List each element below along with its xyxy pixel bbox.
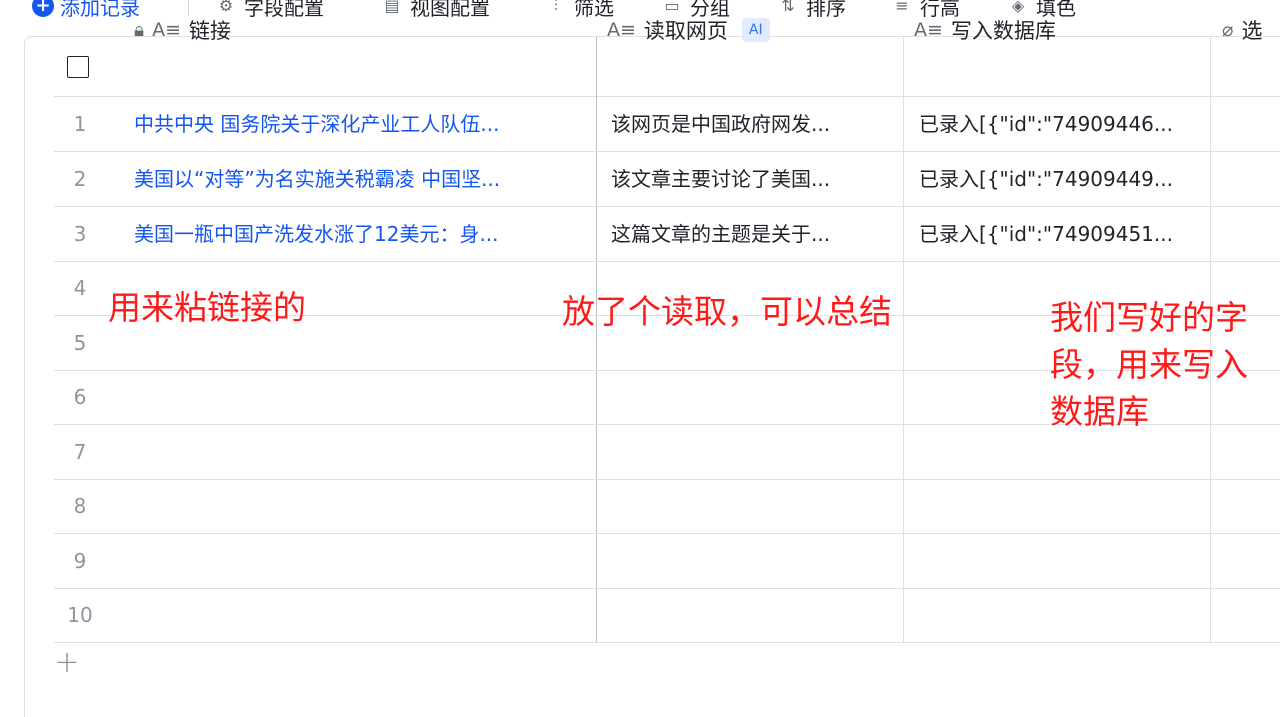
annotation-write-note: 段，用来写入 (1050, 345, 1248, 384)
select-all-checkbox[interactable] (67, 56, 89, 78)
row-number: 10 (67, 603, 93, 627)
row-number: 9 (73, 549, 87, 573)
annotation-write-note: 数据库 (1050, 392, 1149, 431)
column-header-attachment-label: 选 (1241, 18, 1263, 43)
paperclip-icon: ⌀ (1222, 18, 1234, 41)
read-web-cell[interactable]: 这篇文章的主题是关于... (611, 207, 891, 261)
table-row[interactable]: 3 美国一瓶中国产洗发水涨了12美元：身... 这篇文章的主题是关于... 已录… (54, 207, 1280, 262)
column-header-link[interactable]: 🔒︎ A≡ 链接 (134, 0, 594, 59)
table-row[interactable]: 8 (54, 479, 1280, 534)
text-field-icon: A≡ (607, 18, 636, 41)
link-cell[interactable]: 美国以“对等”为名实施关税霸凌 中国坚... (134, 152, 594, 206)
ai-badge: AI (741, 17, 770, 42)
row-number: 8 (73, 494, 87, 518)
column-header-read-web-label: 读取网页 (643, 18, 728, 43)
table-row[interactable]: 1 中共中央 国务院关于深化产业工人队伍... 该网页是中国政府网发... 已录… (54, 97, 1280, 152)
write-db-cell[interactable]: 已录入[{"id":"74909446... (919, 97, 1204, 151)
read-web-cell[interactable]: 该文章主要讨论了美国... (611, 152, 891, 206)
annotation-write-note: 我们写好的字 (1050, 298, 1248, 337)
column-header-write-db-label: 写入数据库 (950, 18, 1056, 43)
row-number: 7 (73, 440, 87, 464)
add-row-button[interactable]: + (54, 648, 80, 678)
table-row[interactable]: 2 美国以“对等”为名实施关税霸凌 中国坚... 该文章主要讨论了美国... 已… (54, 152, 1280, 207)
add-record-button[interactable]: + 添加记录 (32, 0, 140, 24)
table-row[interactable]: 9 (54, 534, 1280, 589)
column-header-write-db[interactable]: A≡ 写入数据库 (914, 0, 1204, 59)
column-header-attachment[interactable]: ⌀ 选 (1222, 0, 1280, 59)
link-cell[interactable]: 美国一瓶中国产洗发水涨了12美元：身... (134, 207, 594, 261)
plus-circle-icon: + (32, 0, 54, 17)
row-number: 6 (73, 385, 87, 409)
row-number: 2 (73, 167, 87, 191)
add-record-label: 添加记录 (60, 0, 140, 20)
text-field-icon: A≡ (914, 18, 943, 41)
annotation-link-note: 用来粘链接的 (108, 288, 306, 327)
table-row[interactable]: 10 (54, 588, 1280, 643)
write-db-cell[interactable]: 已录入[{"id":"74909449... (919, 152, 1204, 206)
row-number: 5 (73, 331, 87, 355)
lock-icon: 🔒︎ (134, 18, 145, 41)
column-header-link-label: 链接 (189, 18, 232, 43)
row-number: 1 (73, 112, 87, 136)
link-cell[interactable]: 中共中央 国务院关于深化产业工人队伍... (134, 97, 594, 151)
annotation-read-note: 放了个读取，可以总结 (562, 292, 892, 331)
row-number: 3 (73, 222, 87, 246)
write-db-cell[interactable]: 已录入[{"id":"74909451... (919, 207, 1204, 261)
row-number: 4 (73, 276, 87, 300)
read-web-cell[interactable]: 该网页是中国政府网发... (611, 97, 891, 151)
text-field-icon: A≡ (152, 18, 182, 41)
column-header-read-web[interactable]: A≡ 读取网页 AI (607, 0, 897, 59)
